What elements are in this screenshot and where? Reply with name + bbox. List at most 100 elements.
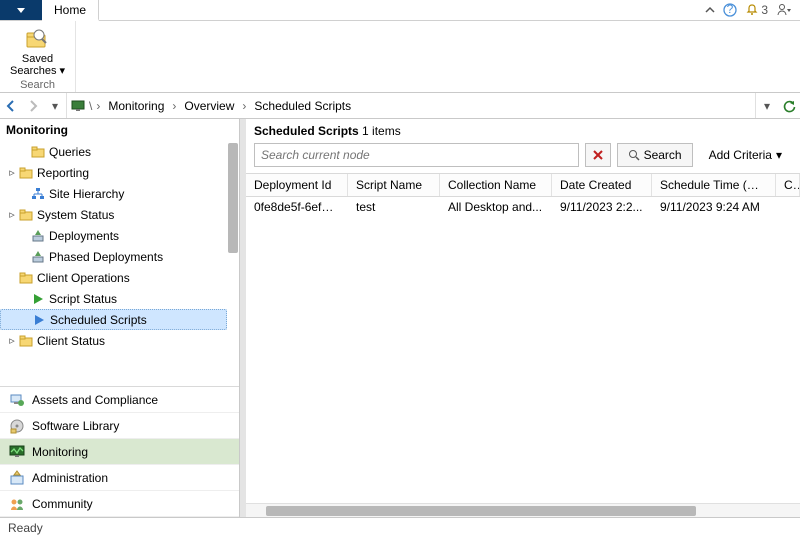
tree-node-label: Deployments — [49, 229, 119, 243]
play-green-icon — [30, 291, 46, 307]
nav-section-label: Assets and Compliance — [32, 393, 158, 407]
breadcrumb[interactable]: \ › Monitoring › Overview › Scheduled Sc… — [66, 93, 756, 118]
table-row[interactable]: 0fe8de5f-6ef5-...testAll Desktop and...9… — [246, 197, 800, 217]
folder-icon — [18, 333, 34, 349]
nav-section-label: Administration — [32, 471, 108, 485]
chevron-down-icon: ▾ — [776, 148, 782, 162]
add-criteria-label: Add Criteria — [709, 148, 772, 162]
magnifier-folder-icon — [24, 25, 52, 53]
hierarchy-icon — [30, 186, 46, 202]
monitor-icon — [8, 443, 26, 461]
tree-node-label: Site Hierarchy — [49, 187, 124, 201]
nav-section[interactable]: Software Library — [0, 413, 239, 439]
saved-searches-label: SavedSearches ▾ — [10, 53, 65, 77]
tab-home[interactable]: Home — [42, 0, 99, 21]
left-panel-title: Monitoring — [0, 119, 239, 141]
folder-icon — [18, 207, 34, 223]
tree-node[interactable]: Client Operations — [0, 267, 227, 288]
saved-searches-button[interactable]: SavedSearches ▾ — [8, 23, 67, 79]
tree-node-label: Scheduled Scripts — [50, 313, 147, 327]
nav-section[interactable]: Monitoring — [0, 439, 239, 465]
search-icon — [628, 149, 640, 161]
assets-icon — [8, 391, 26, 409]
tree-node[interactable]: ▹ Reporting — [0, 162, 227, 183]
admin-icon — [8, 469, 26, 487]
chevron-right-icon: › — [172, 99, 176, 113]
nav-back-button[interactable] — [0, 95, 22, 117]
expand-toggle[interactable]: ▹ — [6, 208, 18, 221]
column-header[interactable]: Date Created — [552, 174, 652, 196]
tree-node-label: Script Status — [49, 292, 117, 306]
notifications-button[interactable]: 3 — [745, 3, 768, 17]
svg-text:?: ? — [727, 3, 734, 16]
nav-section-label: Software Library — [32, 419, 119, 433]
chevron-right-icon: \ — [89, 99, 92, 113]
user-menu-icon[interactable] — [776, 3, 792, 17]
caret-up-icon[interactable] — [705, 5, 715, 15]
clear-search-button[interactable] — [585, 143, 611, 167]
deploy-icon — [30, 228, 46, 244]
column-header[interactable]: Collection Name — [440, 174, 552, 196]
chevron-right-icon: › — [96, 99, 100, 113]
tree-node-label: System Status — [37, 208, 114, 222]
refresh-button[interactable] — [778, 95, 800, 117]
horizontal-scrollbar[interactable] — [246, 503, 800, 517]
column-header[interactable]: Deployment Id — [246, 174, 348, 196]
play-blue-icon — [31, 312, 47, 328]
tree-node[interactable]: ▹ Client Status — [0, 330, 227, 351]
cell: All Desktop and... — [440, 198, 552, 216]
tree-node[interactable]: Phased Deployments — [0, 246, 227, 267]
search-button-label: Search — [644, 148, 682, 162]
ribbon-group-title: Search — [20, 79, 55, 91]
close-icon — [592, 149, 604, 161]
nav-section[interactable]: Administration — [0, 465, 239, 491]
help-icon[interactable]: ? — [723, 3, 737, 17]
nav-history-dropdown[interactable]: ▾ — [44, 95, 66, 117]
tree-scrollbar-thumb[interactable] — [228, 143, 238, 253]
tree-node[interactable]: Site Hierarchy — [0, 183, 227, 204]
expand-toggle[interactable]: ▹ — [6, 334, 18, 347]
content-title: Scheduled Scripts — [254, 124, 359, 138]
folder-icon — [18, 270, 34, 286]
column-header[interactable]: Script Name — [348, 174, 440, 196]
crumb-overview[interactable]: Overview — [180, 99, 238, 113]
nav-forward-button — [22, 95, 44, 117]
tree-node-label: Reporting — [37, 166, 89, 180]
nav-section[interactable]: Community — [0, 491, 239, 517]
tree-node[interactable]: Script Status — [0, 288, 227, 309]
search-button[interactable]: Search — [617, 143, 693, 167]
content-count: 1 items — [362, 124, 401, 138]
status-bar: Ready — [0, 517, 800, 537]
tree-node[interactable]: Deployments — [0, 225, 227, 246]
app-menu-button[interactable] — [0, 0, 42, 20]
search-input[interactable] — [254, 143, 579, 167]
nav-section-label: Monitoring — [32, 445, 88, 459]
breadcrumb-dropdown-button[interactable]: ▾ — [756, 95, 778, 117]
nav-section[interactable]: Assets and Compliance — [0, 387, 239, 413]
add-criteria-button[interactable]: Add Criteria ▾ — [699, 143, 792, 167]
tree-node[interactable]: Queries — [0, 141, 227, 162]
cell: 9/11/2023 9:24 AM — [652, 198, 776, 216]
horizontal-scrollbar-thumb[interactable] — [266, 506, 696, 516]
crumb-scheduled-scripts[interactable]: Scheduled Scripts — [250, 99, 355, 113]
monitor-icon — [71, 99, 85, 113]
tree-node-label: Client Operations — [37, 271, 130, 285]
nav-section-label: Community — [32, 497, 93, 511]
cell: 9/11/2023 2:2... — [552, 198, 652, 216]
cell: test — [348, 198, 440, 216]
tree-node-label: Client Status — [37, 334, 105, 348]
tree-node-label: Phased Deployments — [49, 250, 163, 264]
tree-node-label: Queries — [49, 145, 91, 159]
folder-icon — [18, 165, 34, 181]
library-icon — [8, 417, 26, 435]
crumb-monitoring[interactable]: Monitoring — [104, 99, 168, 113]
tree-node[interactable]: ▹ System Status — [0, 204, 227, 225]
cell — [776, 205, 800, 209]
expand-toggle[interactable]: ▹ — [6, 166, 18, 179]
folder-icon — [30, 144, 46, 160]
column-header[interactable]: Schedule Time (UTC) — [652, 174, 776, 196]
notifications-count: 3 — [761, 3, 768, 17]
tree-node[interactable]: Scheduled Scripts — [0, 309, 227, 330]
column-header[interactable]: Client Operation ID — [776, 174, 800, 196]
cell: 0fe8de5f-6ef5-... — [246, 198, 348, 216]
